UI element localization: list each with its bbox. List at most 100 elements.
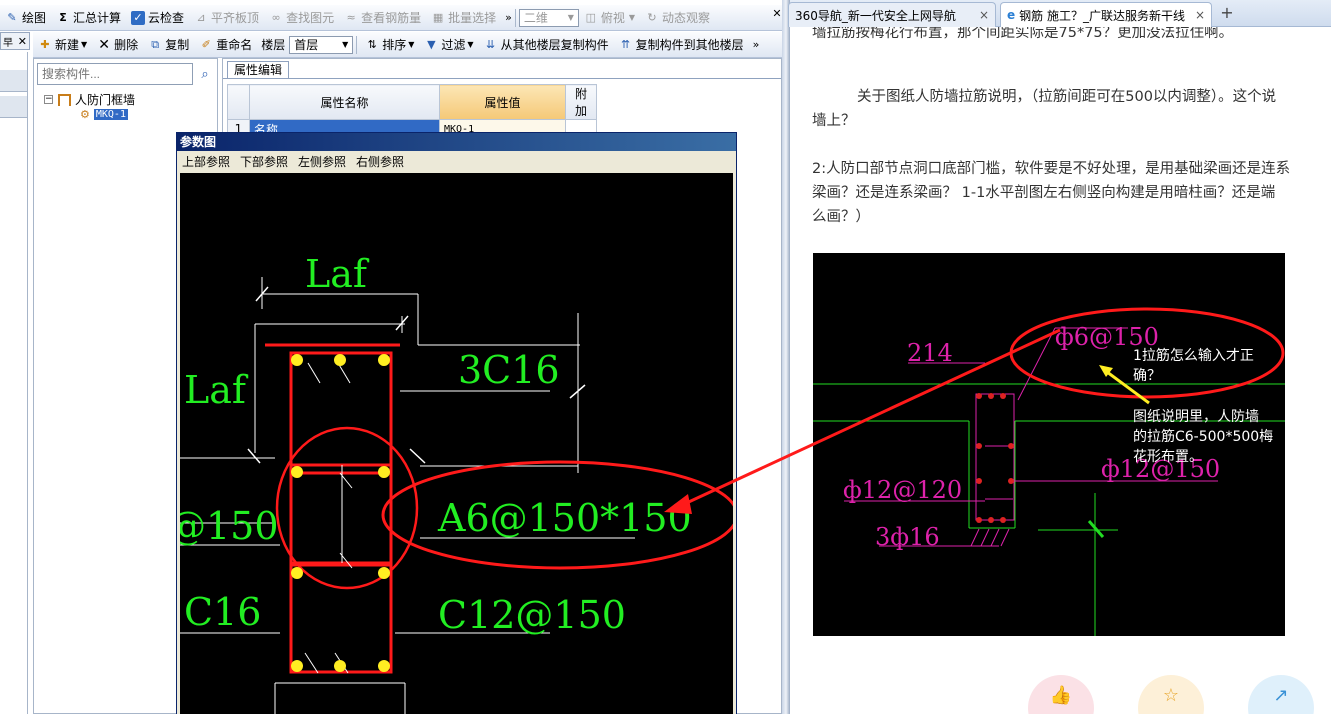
label-laf-left: Laf: [184, 368, 249, 412]
filter-icon: ▼: [427, 37, 436, 51]
browser-tab-bar: 360导航_新一代安全上网导航 × e 钢筋 施工？_广联达服务新干线 × +: [788, 0, 1331, 27]
label-c16: C16: [184, 590, 261, 634]
new-tab-button[interactable]: +: [1216, 4, 1238, 24]
window-divider[interactable]: [782, 0, 790, 714]
sum-calc-button[interactable]: Σ 汇总计算: [51, 7, 126, 29]
toolbar-overflow-button[interactable]: »: [505, 11, 512, 24]
view-rebar-button[interactable]: ≈ 查看钢筋量: [339, 7, 426, 29]
filter-button[interactable]: ▼ 过滤 ▼: [419, 34, 478, 56]
close-icon[interactable]: ×: [1189, 8, 1205, 22]
menu-bottom-reference[interactable]: 下部参照: [235, 153, 293, 170]
dialog-title[interactable]: 参数图: [177, 133, 736, 151]
dialog-menu: 上部参照 下部参照 左侧参照 右侧参照: [177, 151, 736, 171]
copy-icon: ⧉: [151, 37, 160, 51]
rebar-dots: [291, 354, 390, 672]
property-value-header: 属性值: [439, 84, 566, 120]
cloud-check-button[interactable]: ✓ 云检查: [126, 7, 189, 29]
rebar-icon: ≈: [346, 10, 356, 24]
toolbar-overflow-button[interactable]: »: [753, 38, 760, 51]
new-icon: ✚: [40, 37, 50, 51]
search-icon[interactable]: ⌕: [195, 63, 215, 85]
rename-label: 重命名: [216, 38, 253, 52]
view-mode-select[interactable]: 二维 ▼: [518, 8, 579, 27]
level-slab-top-button[interactable]: ⊿ 平齐板顶: [189, 7, 264, 29]
toolbar-divider: [514, 8, 516, 27]
level-slab-top-label: 平齐板顶: [211, 11, 260, 25]
column-outline: [265, 343, 400, 674]
delete-icon: ✕: [98, 36, 111, 53]
note2-line3: 花形布置。: [1133, 449, 1203, 465]
thumbs-up-icon: 👍: [1049, 685, 1073, 706]
article-text-line: 墙拉筋按梅花行布置，那个间距实际是75*75？更加没法拉住啊。: [812, 27, 1234, 41]
collapsed-tab[interactable]: [0, 70, 27, 92]
menu-right-reference[interactable]: 右侧参照: [351, 153, 409, 170]
cloud-check-label: 云检查: [148, 11, 185, 25]
floor-select[interactable]: 首层 ▼: [289, 35, 354, 54]
tree-node-child[interactable]: ⚙ MKQ-1: [80, 108, 128, 121]
binoculars-icon: ∞: [271, 10, 281, 24]
top-view-button[interactable]: ◫ 俯视 ▼: [579, 7, 640, 29]
toolbar-divider: [356, 35, 358, 54]
rebar-section-drawing: Laf Laf 3C16 @150 A6@150*150 C16 C12@150: [180, 252, 733, 714]
rename-button[interactable]: ✐ 重命名: [194, 34, 257, 56]
view-rebar-label: 查看钢筋量: [361, 11, 422, 25]
label-c12-150: C12@150: [438, 593, 626, 637]
article-content: 墙拉筋按梅花行布置，那个间距实际是75*75？更加没法拉住啊。 关于图纸人防墙拉…: [812, 27, 1331, 714]
sort-icon: ⇅: [367, 37, 377, 51]
sort-button[interactable]: ⇅ 排序 ▼: [360, 34, 419, 56]
collapsed-tab[interactable]: [0, 96, 27, 118]
property-name-header: 属性名称: [249, 84, 440, 120]
menu-top-reference[interactable]: 上部参照: [177, 153, 235, 170]
collapse-icon[interactable]: −: [44, 95, 53, 104]
param-drawing-canvas: Laf Laf 3C16 @150 A6@150*150 C16 C12@150: [180, 173, 733, 714]
orbit-icon: ↻: [647, 10, 657, 24]
main-toolbar: ✎ 绘图 Σ 汇总计算 ✓ 云检查 ⊿ 平齐板顶 ∞ 查找图元 ≈ 查看钢筋量: [0, 5, 788, 31]
label-214: 214: [907, 339, 953, 367]
label-3phi16: 3ф16: [875, 523, 940, 551]
copy-from-floor-button[interactable]: ⇊ 从其他楼层复制构件: [479, 34, 614, 56]
door-frame-wall-icon: [58, 93, 71, 106]
browser-window: 360导航_新一代安全上网导航 × e 钢筋 施工？_广联达服务新干线 × + …: [788, 0, 1331, 714]
close-icon[interactable]: ×: [973, 8, 989, 22]
note1-line1: 1拉筋怎么输入才正: [1133, 347, 1254, 364]
find-element-button[interactable]: ∞ 查找图元: [264, 7, 339, 29]
draw-button[interactable]: ✎ 绘图: [0, 7, 51, 29]
sort-label: 排序: [382, 38, 407, 52]
dynamic-view-button[interactable]: ↻ 动态观察: [640, 7, 715, 29]
batch-select-button[interactable]: ▦ 批量选择: [426, 7, 501, 29]
top-view-label: 俯视: [600, 11, 625, 25]
tab-label: 360导航_新一代安全上网导航: [795, 8, 956, 23]
tree-root-label: 人防门框墙: [75, 93, 136, 107]
ie-icon: e: [1007, 8, 1016, 22]
article-text-line: 关于图纸人防墙拉筋说明，（拉筋间距可在500以内调整）。这个说: [857, 89, 1277, 105]
tab-label: 钢筋 施工？_广联达服务新干线: [1019, 8, 1185, 23]
draw-label: 绘图: [22, 11, 47, 25]
star-icon: ☆: [1162, 685, 1180, 706]
close-icon[interactable]: ✕: [18, 35, 27, 48]
article-text-line: 么画？）: [812, 209, 870, 225]
delete-label: 删除: [114, 38, 139, 52]
property-header-row: 属性名称 属性值 附加: [227, 84, 597, 120]
filter-label: 过滤: [441, 38, 466, 52]
cad-screenshot-image: 214 ф6@150 ф12@120 ф12@150 3ф16 1拉筋怎么输入才…: [813, 253, 1285, 636]
tab-glodon-forum[interactable]: e 钢筋 施工？_广联达服务新干线 ×: [1000, 2, 1212, 27]
menu-left-reference[interactable]: 左侧参照: [293, 153, 351, 170]
copy-label: 复制: [165, 38, 190, 52]
copy-button[interactable]: ⧉ 复制: [143, 34, 194, 56]
copy-from-floor-label: 从其他楼层复制构件: [500, 38, 609, 52]
tab-property-edit[interactable]: 属性编辑: [227, 61, 290, 79]
screen: ✎ 绘图 Σ 汇总计算 ✓ 云检查 ⊿ 平齐板顶 ∞ 查找图元 ≈ 查看钢筋量: [0, 0, 1331, 714]
dynamic-view-label: 动态观察: [662, 11, 711, 25]
delete-button[interactable]: ✕ 删除: [92, 34, 143, 56]
component-toolbar: ✚ 新建 ▼ ✕ 删除 ⧉ 复制 ✐ 重命名 楼层 首层 ▼ ⇅ 排序 ▼ ▼ …: [33, 32, 788, 58]
floor-label: 楼层: [261, 38, 286, 52]
new-label: 新建: [55, 38, 80, 52]
tab-360-nav[interactable]: 360导航_新一代安全上网导航 ×: [788, 2, 996, 27]
new-button[interactable]: ✚ 新建 ▼: [33, 34, 92, 56]
view-mode-value: 二维: [523, 11, 548, 25]
copy-to-floor-button[interactable]: ⇈ 复制构件到其他楼层: [614, 34, 749, 56]
component-search-input[interactable]: [37, 63, 193, 85]
property-extra-header: 附加: [565, 84, 597, 120]
tree-node-root[interactable]: − 人防门框墙: [44, 91, 135, 108]
copy-in-icon: ⇊: [485, 37, 496, 51]
